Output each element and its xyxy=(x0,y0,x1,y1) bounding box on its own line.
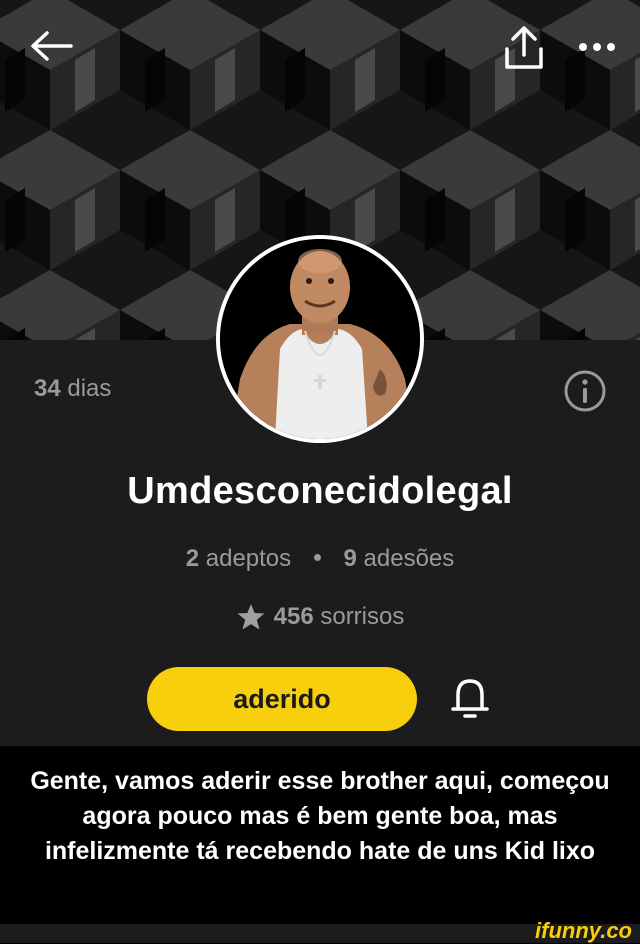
smiles-label: sorrisos xyxy=(320,603,405,630)
days-count: 34 xyxy=(34,375,61,402)
arrow-left-icon xyxy=(31,31,73,61)
following-stat[interactable]: 9 adesões xyxy=(344,545,455,572)
back-button[interactable] xyxy=(26,26,76,66)
star-icon xyxy=(237,603,265,630)
avatar[interactable] xyxy=(216,235,424,443)
followers-count: 2 xyxy=(185,545,200,572)
info-button[interactable] xyxy=(562,368,608,414)
info-circle-icon xyxy=(564,370,606,412)
more-dots-icon xyxy=(579,43,615,51)
following-label: adesões xyxy=(363,545,455,572)
follow-stats: 2 adeptos 9 adesões xyxy=(0,545,640,573)
watermark: ifunny.co xyxy=(535,918,632,943)
separator-dot xyxy=(313,554,321,562)
following-count: 9 xyxy=(343,545,357,572)
subscribe-button[interactable]: aderido xyxy=(147,667,417,731)
followers-stat[interactable]: 2 adeptos xyxy=(186,545,298,572)
smiles-count: 456 xyxy=(273,603,314,630)
more-button[interactable] xyxy=(574,30,620,64)
smiles-stat: 456 sorrisos xyxy=(0,603,640,631)
followers-label: adeptos xyxy=(205,545,292,572)
notifications-button[interactable] xyxy=(448,672,492,726)
caption-text: Gente, vamos aderir esse brother aqui, c… xyxy=(30,767,610,865)
share-upload-icon xyxy=(505,26,543,69)
username: Umdesconecidolegal xyxy=(127,470,513,512)
share-button[interactable] xyxy=(500,24,548,72)
bell-icon xyxy=(451,679,489,718)
avatar-photo xyxy=(220,239,420,439)
days-label: dias xyxy=(67,375,112,402)
account-age: 34 dias xyxy=(34,375,111,403)
